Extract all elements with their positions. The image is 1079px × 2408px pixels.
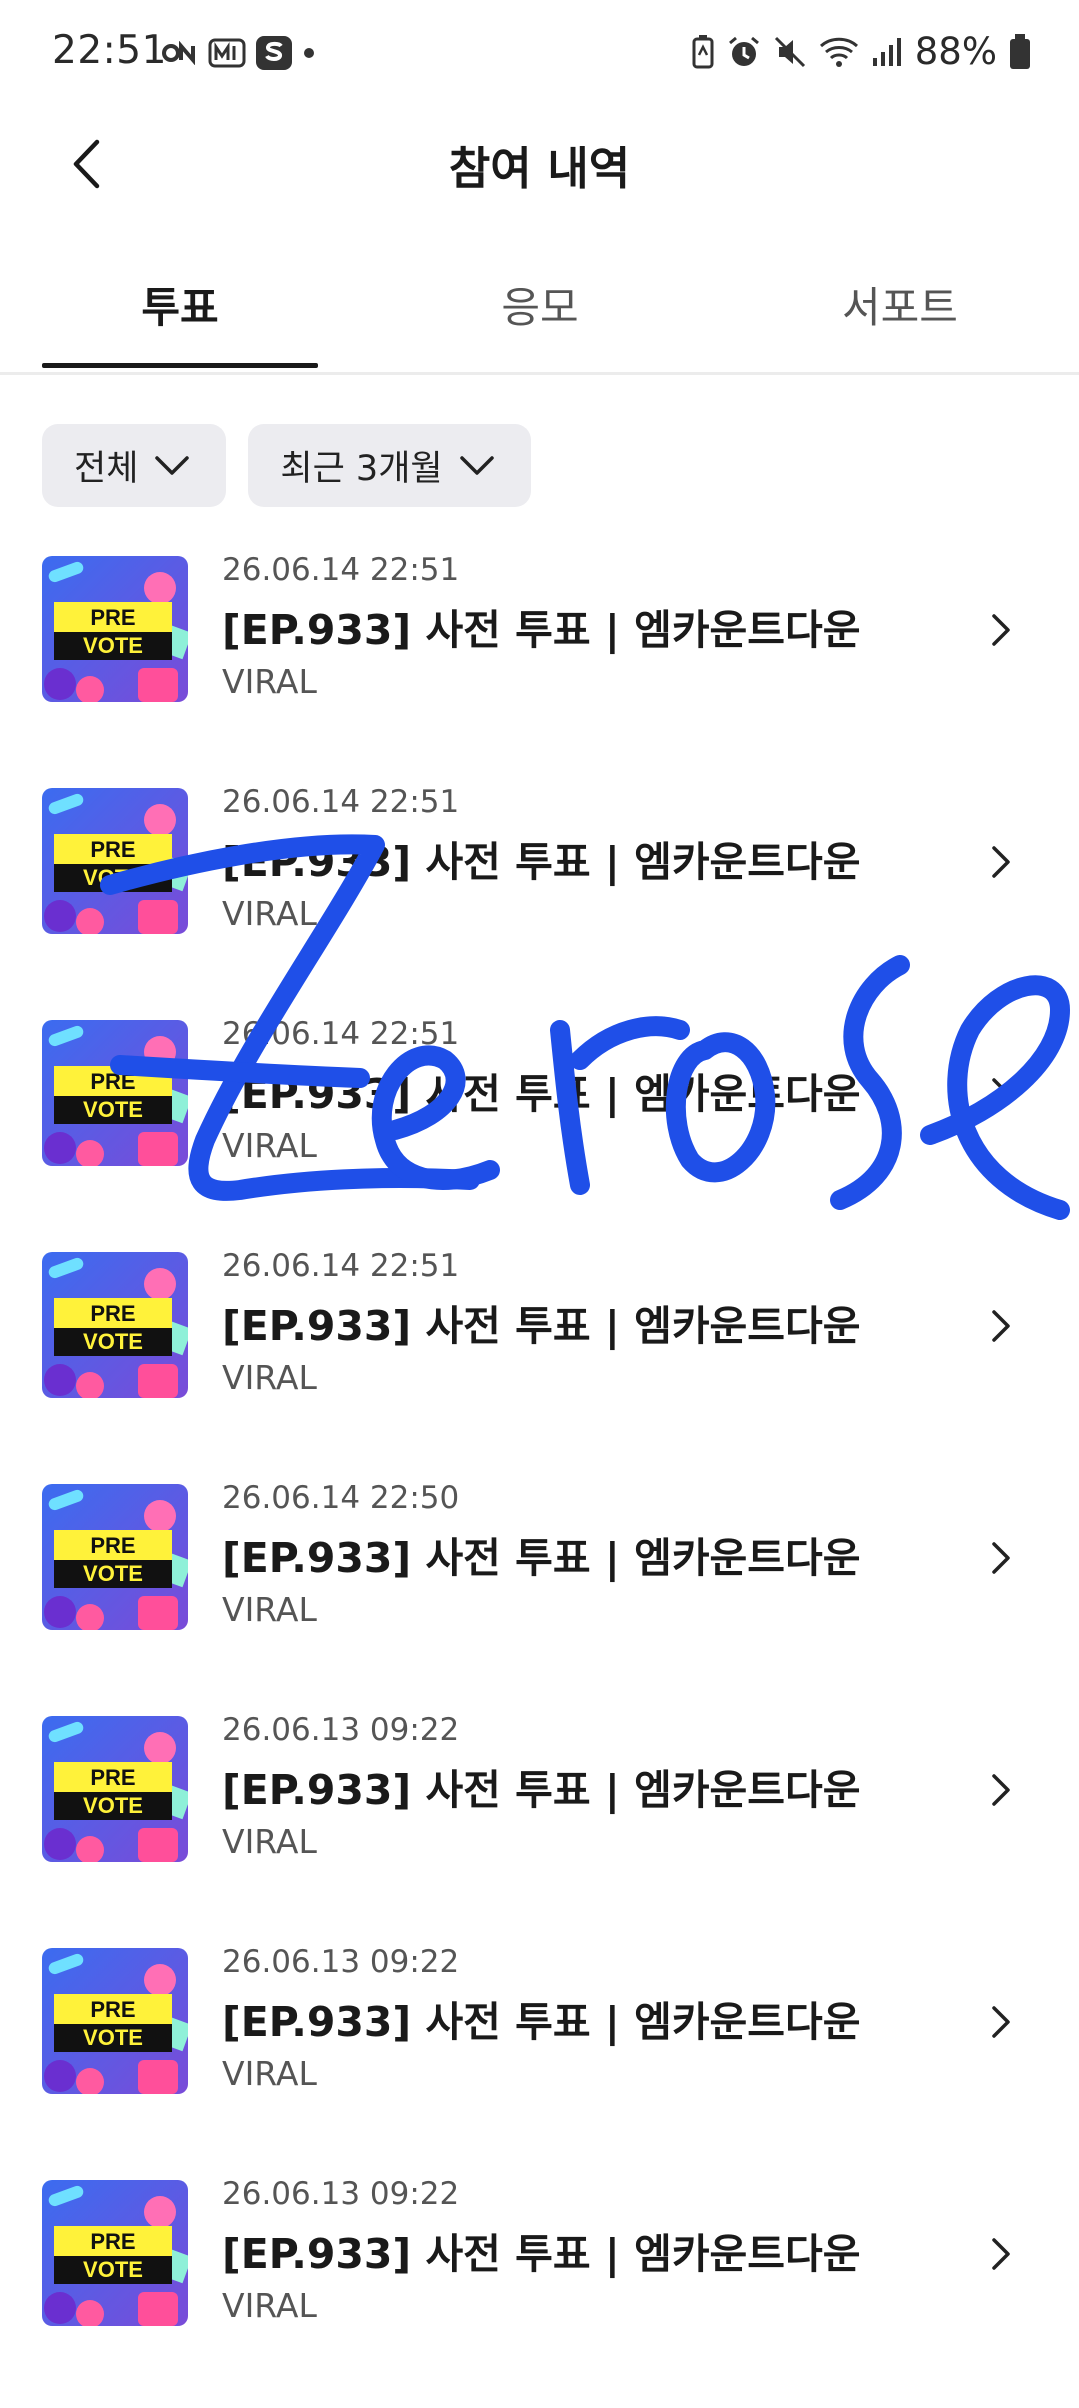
active-tab-indicator: [42, 363, 318, 368]
list-item[interactable]: PRE VOTE 26.06.14 22:51 [EP.933] 사전 투표 |…: [0, 552, 1079, 784]
item-date: 26.06.13 09:22: [222, 1712, 460, 1748]
signal-icon: [871, 35, 903, 69]
item-subtitle: VIRAL: [222, 1590, 317, 1629]
item-title: [EP.933] 사전 투표 | 엠카운트다운: [222, 1998, 861, 2046]
status-left-icons: [162, 36, 316, 70]
thumbnail-vote-text: VOTE: [83, 1097, 143, 1122]
pre-vote-thumbnail: PRE VOTE: [42, 1252, 188, 1398]
filter-period-dropdown[interactable]: 최근 3개월: [248, 424, 531, 507]
list-item[interactable]: PRE VOTE 26.06.14 22:51 [EP.933] 사전 투표 |…: [0, 1248, 1079, 1480]
thumbnail-vote-text: VOTE: [83, 1561, 143, 1586]
pre-vote-thumbnail: PRE VOTE: [42, 1020, 188, 1166]
item-date: 26.06.14 22:50: [222, 1480, 460, 1516]
mute-icon: [773, 35, 807, 69]
thumbnail-pre-text: PRE: [90, 837, 135, 862]
tab-vote[interactable]: 투표: [30, 274, 330, 335]
list-item[interactable]: PRE VOTE 26.06.14 22:50 [EP.933] 사전 투표 |…: [0, 1480, 1079, 1712]
filter-bar: 전체 최근 3개월: [42, 424, 531, 507]
tab-bar: 투표 응모 서포트: [0, 250, 1079, 375]
chevron-right-icon: [992, 1774, 1010, 1806]
pre-vote-thumbnail: PRE VOTE: [42, 1948, 188, 2094]
thumbnail-vote-text: VOTE: [83, 1329, 143, 1354]
item-title: [EP.933] 사전 투표 | 엠카운트다운: [222, 838, 861, 886]
list-item[interactable]: PRE VOTE 26.06.14 22:51 [EP.933] 사전 투표 |…: [0, 1016, 1079, 1248]
participation-list: PRE VOTE 26.06.14 22:51 [EP.933] 사전 투표 |…: [0, 552, 1079, 2408]
chevron-down-icon: [459, 455, 494, 475]
alarm-icon: [727, 35, 761, 69]
status-bar: 22:51 88%: [0, 0, 1079, 108]
filter-category-label: 전체: [74, 449, 139, 489]
thumbnail-pre-text: PRE: [90, 1997, 135, 2022]
thumbnail-vote-text: VOTE: [83, 865, 143, 890]
status-right: 88%: [691, 30, 1031, 73]
thumbnail-vote-text: VOTE: [83, 2025, 143, 2050]
battery-percentage: 88%: [914, 30, 997, 73]
item-title: [EP.933] 사전 투표 | 엠카운트다운: [222, 2230, 861, 2278]
item-date: 26.06.14 22:51: [222, 1016, 460, 1052]
item-subtitle: VIRAL: [222, 1358, 317, 1397]
thumbnail-pre-text: PRE: [90, 605, 135, 630]
status-time: 22:51: [52, 28, 167, 73]
pre-vote-thumbnail: PRE VOTE: [42, 2180, 188, 2326]
item-subtitle: VIRAL: [222, 1126, 317, 1165]
list-item[interactable]: PRE VOTE 26.06.13 09:22 [EP.933] 사전 투표 |…: [0, 1712, 1079, 1944]
pre-vote-thumbnail: PRE VOTE: [42, 1716, 188, 1862]
thumbnail-vote-text: VOTE: [83, 2257, 143, 2282]
chevron-right-icon: [992, 1310, 1010, 1342]
item-title: [EP.933] 사전 투표 | 엠카운트다운: [222, 1302, 861, 1350]
filter-period-label: 최근 3개월: [280, 449, 443, 489]
tab-entry[interactable]: 응모: [390, 274, 690, 335]
list-item[interactable]: PRE VOTE 26.06.13 09:22 [EP.933] 사전 투표 |…: [0, 2176, 1079, 2408]
item-date: 26.06.14 22:51: [222, 1248, 460, 1284]
item-date: 26.06.14 22:51: [222, 552, 460, 588]
on-icon: [162, 36, 198, 70]
page-title: 참여 내역: [448, 142, 631, 195]
chevron-right-icon: [992, 2006, 1010, 2038]
filter-category-dropdown[interactable]: 전체: [42, 424, 227, 507]
item-title: [EP.933] 사전 투표 | 엠카운트다운: [222, 1534, 861, 1582]
item-date: 26.06.13 09:22: [222, 2176, 460, 2212]
thumbnail-pre-text: PRE: [90, 1301, 135, 1326]
item-subtitle: VIRAL: [222, 2286, 317, 2325]
thumbnail-vote-text: VOTE: [83, 633, 143, 658]
pre-vote-thumbnail: PRE VOTE: [42, 788, 188, 934]
list-item[interactable]: PRE VOTE 26.06.14 22:51 [EP.933] 사전 투표 |…: [0, 784, 1079, 1016]
thumbnail-pre-text: PRE: [90, 1765, 135, 1790]
mnet-icon: [208, 36, 246, 70]
chevron-right-icon: [992, 846, 1010, 878]
chevron-right-icon: [992, 2238, 1010, 2270]
chevron-right-icon: [992, 1078, 1010, 1110]
item-title: [EP.933] 사전 투표 | 엠카운트다운: [222, 1070, 861, 1118]
battery-saver-icon: [691, 34, 715, 69]
tab-support[interactable]: 서포트: [750, 274, 1050, 335]
app-header: 참여 내역: [0, 108, 1079, 218]
item-title: [EP.933] 사전 투표 | 엠카운트다운: [222, 1766, 861, 1814]
item-subtitle: VIRAL: [222, 2054, 317, 2093]
pre-vote-thumbnail: PRE VOTE: [42, 1484, 188, 1630]
item-subtitle: VIRAL: [222, 1822, 317, 1861]
chevron-down-icon: [155, 455, 190, 475]
dot-icon: [302, 36, 316, 70]
chevron-right-icon: [992, 1542, 1010, 1574]
item-date: 26.06.14 22:51: [222, 784, 460, 820]
thumbnail-vote-text: VOTE: [83, 1793, 143, 1818]
item-subtitle: VIRAL: [222, 662, 317, 701]
thumbnail-pre-text: PRE: [90, 1533, 135, 1558]
chevron-right-icon: [992, 614, 1010, 646]
s-app-icon: [256, 36, 292, 70]
item-title: [EP.933] 사전 투표 | 엠카운트다운: [222, 606, 861, 654]
thumbnail-pre-text: PRE: [90, 1069, 135, 1094]
pre-vote-thumbnail: PRE VOTE: [42, 556, 188, 702]
wifi-icon: [819, 35, 859, 69]
item-date: 26.06.13 09:22: [222, 1944, 460, 1980]
item-subtitle: VIRAL: [222, 894, 317, 933]
list-item[interactable]: PRE VOTE 26.06.13 09:22 [EP.933] 사전 투표 |…: [0, 1944, 1079, 2176]
battery-icon: [1009, 33, 1031, 69]
